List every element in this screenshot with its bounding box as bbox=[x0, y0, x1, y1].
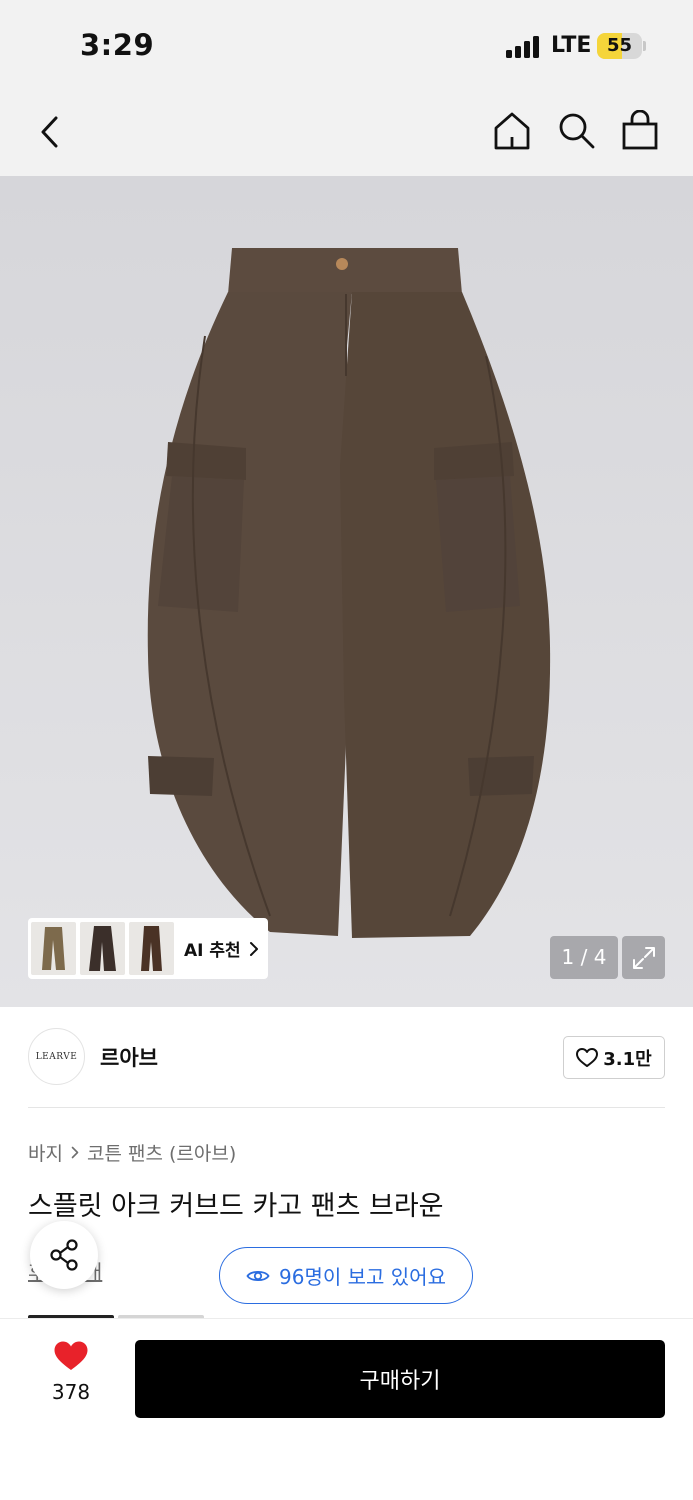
search-icon bbox=[559, 113, 595, 149]
chevron-left-icon bbox=[41, 116, 58, 148]
ai-recommendation-strip[interactable]: AI 추천 bbox=[28, 918, 268, 979]
share-button[interactable] bbox=[30, 1221, 98, 1289]
battery-icon: 55 bbox=[597, 33, 642, 59]
top-navigation bbox=[0, 90, 693, 176]
shopping-bag-icon bbox=[622, 110, 658, 150]
cart-button[interactable] bbox=[618, 106, 662, 154]
viewer-count-badge: 96명이 보고 있어요 bbox=[219, 1247, 473, 1304]
wishlist-count: 378 bbox=[51, 1380, 91, 1404]
battery-percent: 55 bbox=[606, 35, 633, 56]
wishlist-button[interactable]: 378 bbox=[40, 1340, 102, 1404]
divider bbox=[28, 1107, 665, 1108]
product-image-gallery[interactable]: 1 / 4 bbox=[0, 176, 693, 1007]
viewer-count-text: 96명이 보고 있어요 bbox=[279, 1265, 446, 1289]
recommendation-thumbnail[interactable] bbox=[31, 922, 76, 975]
recommendation-thumbnail[interactable] bbox=[80, 922, 125, 975]
share-icon bbox=[50, 1239, 78, 1271]
product-photo bbox=[0, 176, 693, 1007]
brand-name[interactable]: 르아브 bbox=[100, 1042, 158, 1072]
buy-button[interactable]: 구매하기 bbox=[135, 1340, 665, 1418]
expand-button[interactable] bbox=[622, 936, 665, 979]
ai-recommendation-label: AI 추천 bbox=[184, 941, 241, 961]
heart-filled-icon bbox=[54, 1341, 88, 1370]
chevron-right-icon bbox=[71, 1146, 79, 1159]
heart-outline-icon bbox=[576, 1047, 599, 1067]
eye-icon bbox=[246, 1270, 270, 1281]
image-pager: 1 / 4 bbox=[550, 936, 618, 979]
chevron-right-icon bbox=[249, 941, 258, 956]
breadcrumb-category[interactable]: 바지 bbox=[28, 1139, 63, 1166]
breadcrumb-subcategory[interactable]: 코튼 팬츠 (르아브) bbox=[87, 1139, 236, 1166]
signal-icon bbox=[506, 36, 542, 58]
network-type: LTE bbox=[551, 33, 592, 58]
brand-logo[interactable]: LEARVE bbox=[28, 1028, 85, 1085]
brand-like-count: 3.1만 bbox=[603, 1048, 652, 1070]
home-button[interactable] bbox=[490, 108, 534, 154]
home-icon bbox=[494, 112, 530, 150]
search-button[interactable] bbox=[555, 108, 599, 154]
brand-like-button[interactable]: 3.1만 bbox=[563, 1036, 665, 1079]
back-button[interactable] bbox=[30, 110, 70, 154]
status-bar: 3:29 LTE 55 bbox=[0, 0, 693, 90]
recommendation-thumbnail[interactable] bbox=[129, 922, 174, 975]
breadcrumb: 바지 코튼 팬츠 (르아브) bbox=[28, 1139, 236, 1166]
status-time: 3:29 bbox=[80, 28, 155, 62]
expand-icon bbox=[632, 946, 655, 969]
product-title: 스플릿 아크 커브드 카고 팬츠 브라운 bbox=[28, 1191, 444, 1222]
battery-tip bbox=[643, 41, 646, 51]
